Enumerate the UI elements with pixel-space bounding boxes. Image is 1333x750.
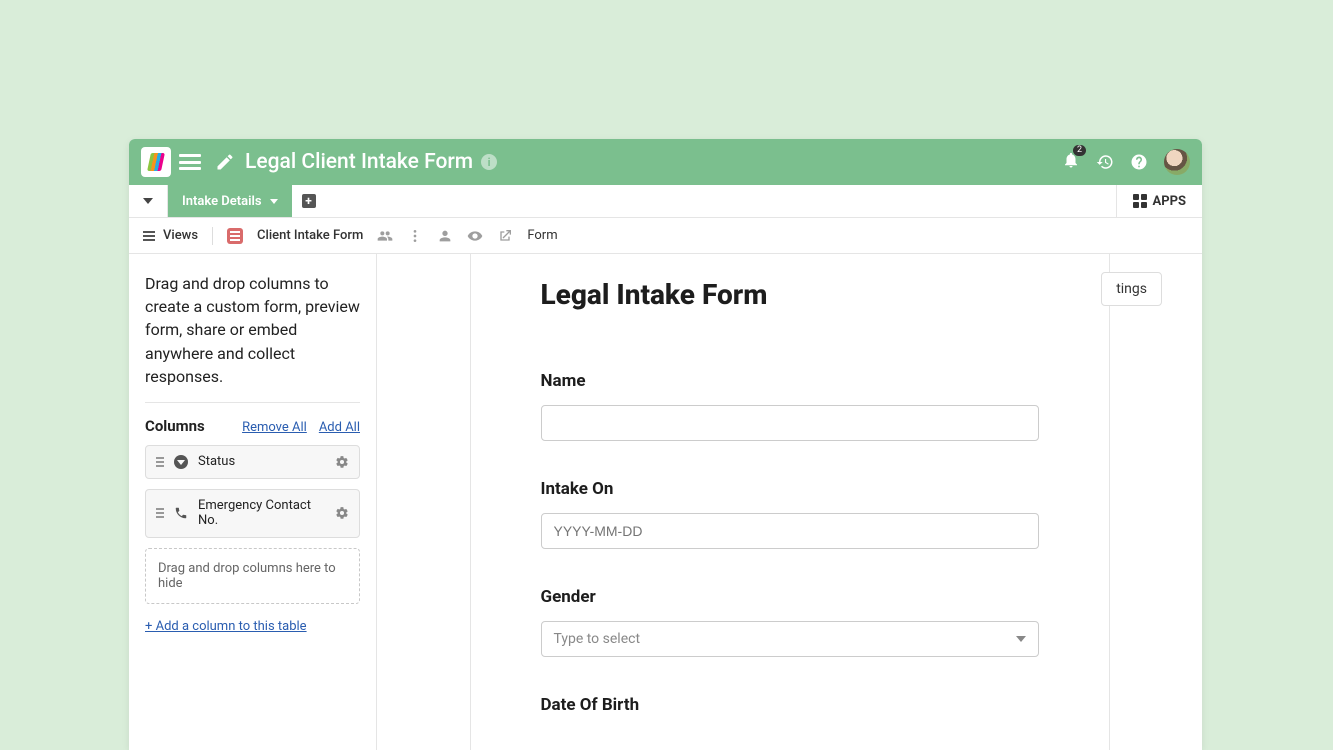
add-all-link[interactable]: Add All <box>319 420 360 435</box>
expand-sidebar-button[interactable] <box>129 185 168 217</box>
chevron-down-icon <box>143 198 153 204</box>
collaborators-icon[interactable] <box>437 228 453 244</box>
views-button[interactable]: Views <box>143 228 198 243</box>
divider <box>212 227 213 245</box>
field-label: Date Of Birth <box>541 695 1039 715</box>
app-header: Legal Client Intake Form i 2 <box>129 139 1202 185</box>
tab-bar: Intake Details + APPS <box>129 185 1202 218</box>
apps-button[interactable]: APPS <box>1116 185 1203 217</box>
field-label: Name <box>541 371 1039 391</box>
column-label: Status <box>198 454 325 470</box>
field-label: Intake On <box>541 479 1039 499</box>
sidebar-help-text: Drag and drop columns to create a custom… <box>145 272 360 388</box>
list-icon <box>143 231 155 241</box>
add-column-link[interactable]: + Add a column to this table <box>145 619 307 634</box>
tab-label: Intake Details <box>182 194 262 209</box>
gear-icon[interactable] <box>335 455 349 469</box>
form-settings-button[interactable]: tings <box>1101 272 1162 306</box>
form-title: Legal Intake Form <box>541 278 1039 311</box>
field-label: Gender <box>541 587 1039 607</box>
remove-all-link[interactable]: Remove All <box>242 420 307 435</box>
columns-heading: Columns <box>145 417 205 435</box>
edit-icon[interactable] <box>215 152 235 172</box>
form-view-icon <box>227 228 243 244</box>
form-panel: Legal Intake Form Name Intake On Gender … <box>470 254 1110 750</box>
share-users-icon[interactable] <box>377 228 393 244</box>
main-area: Drag and drop columns to create a custom… <box>129 254 1202 750</box>
form-preview-wrap: tings Legal Intake Form Name Intake On G… <box>377 254 1202 750</box>
chevron-down-icon <box>1016 636 1026 642</box>
add-tab-button[interactable]: + <box>292 185 326 217</box>
app-window: Legal Client Intake Form i 2 Intake Deta… <box>129 139 1202 750</box>
form-builder-sidebar: Drag and drop columns to create a custom… <box>129 254 377 750</box>
more-icon[interactable] <box>407 228 423 244</box>
apps-label: APPS <box>1153 194 1187 209</box>
user-avatar[interactable] <box>1164 149 1190 175</box>
divider <box>145 402 360 403</box>
notifications-button[interactable]: 2 <box>1062 151 1080 173</box>
history-icon[interactable] <box>1096 153 1114 171</box>
help-icon[interactable] <box>1130 153 1148 171</box>
notification-badge: 2 <box>1073 145 1086 156</box>
view-toolbar: Views Client Intake Form Form <box>129 218 1202 254</box>
page-title: Legal Client Intake Form <box>245 150 473 174</box>
field-dob: Date Of Birth <box>541 695 1039 715</box>
gender-select[interactable]: Type to select <box>541 621 1039 657</box>
menu-icon[interactable] <box>179 154 201 170</box>
apps-icon <box>1133 194 1147 208</box>
plus-icon: + <box>302 194 316 208</box>
mode-label: Form <box>527 228 557 243</box>
visibility-icon[interactable] <box>467 228 483 244</box>
dropdown-type-icon <box>174 455 188 469</box>
select-placeholder: Type to select <box>554 631 641 647</box>
info-icon[interactable]: i <box>481 154 497 170</box>
field-name: Name <box>541 371 1039 441</box>
name-input[interactable] <box>541 405 1039 441</box>
column-card-emergency-contact[interactable]: Emergency Contact No. <box>145 489 360 538</box>
tab-menu-icon <box>270 199 278 204</box>
tab-intake-details[interactable]: Intake Details <box>168 185 292 217</box>
field-gender: Gender Type to select <box>541 587 1039 657</box>
drag-handle-icon <box>156 457 164 467</box>
app-logo[interactable] <box>141 147 171 177</box>
phone-icon <box>174 506 188 520</box>
views-label: Views <box>163 228 198 243</box>
field-intake-on: Intake On <box>541 479 1039 549</box>
column-card-status[interactable]: Status <box>145 445 360 479</box>
export-icon[interactable] <box>497 228 513 244</box>
column-label: Emergency Contact No. <box>198 498 325 529</box>
drag-handle-icon <box>156 508 164 518</box>
hide-columns-dropzone[interactable]: Drag and drop columns here to hide <box>145 548 360 604</box>
intake-on-input[interactable] <box>541 513 1039 549</box>
gear-icon[interactable] <box>335 506 349 520</box>
view-name[interactable]: Client Intake Form <box>257 228 363 243</box>
